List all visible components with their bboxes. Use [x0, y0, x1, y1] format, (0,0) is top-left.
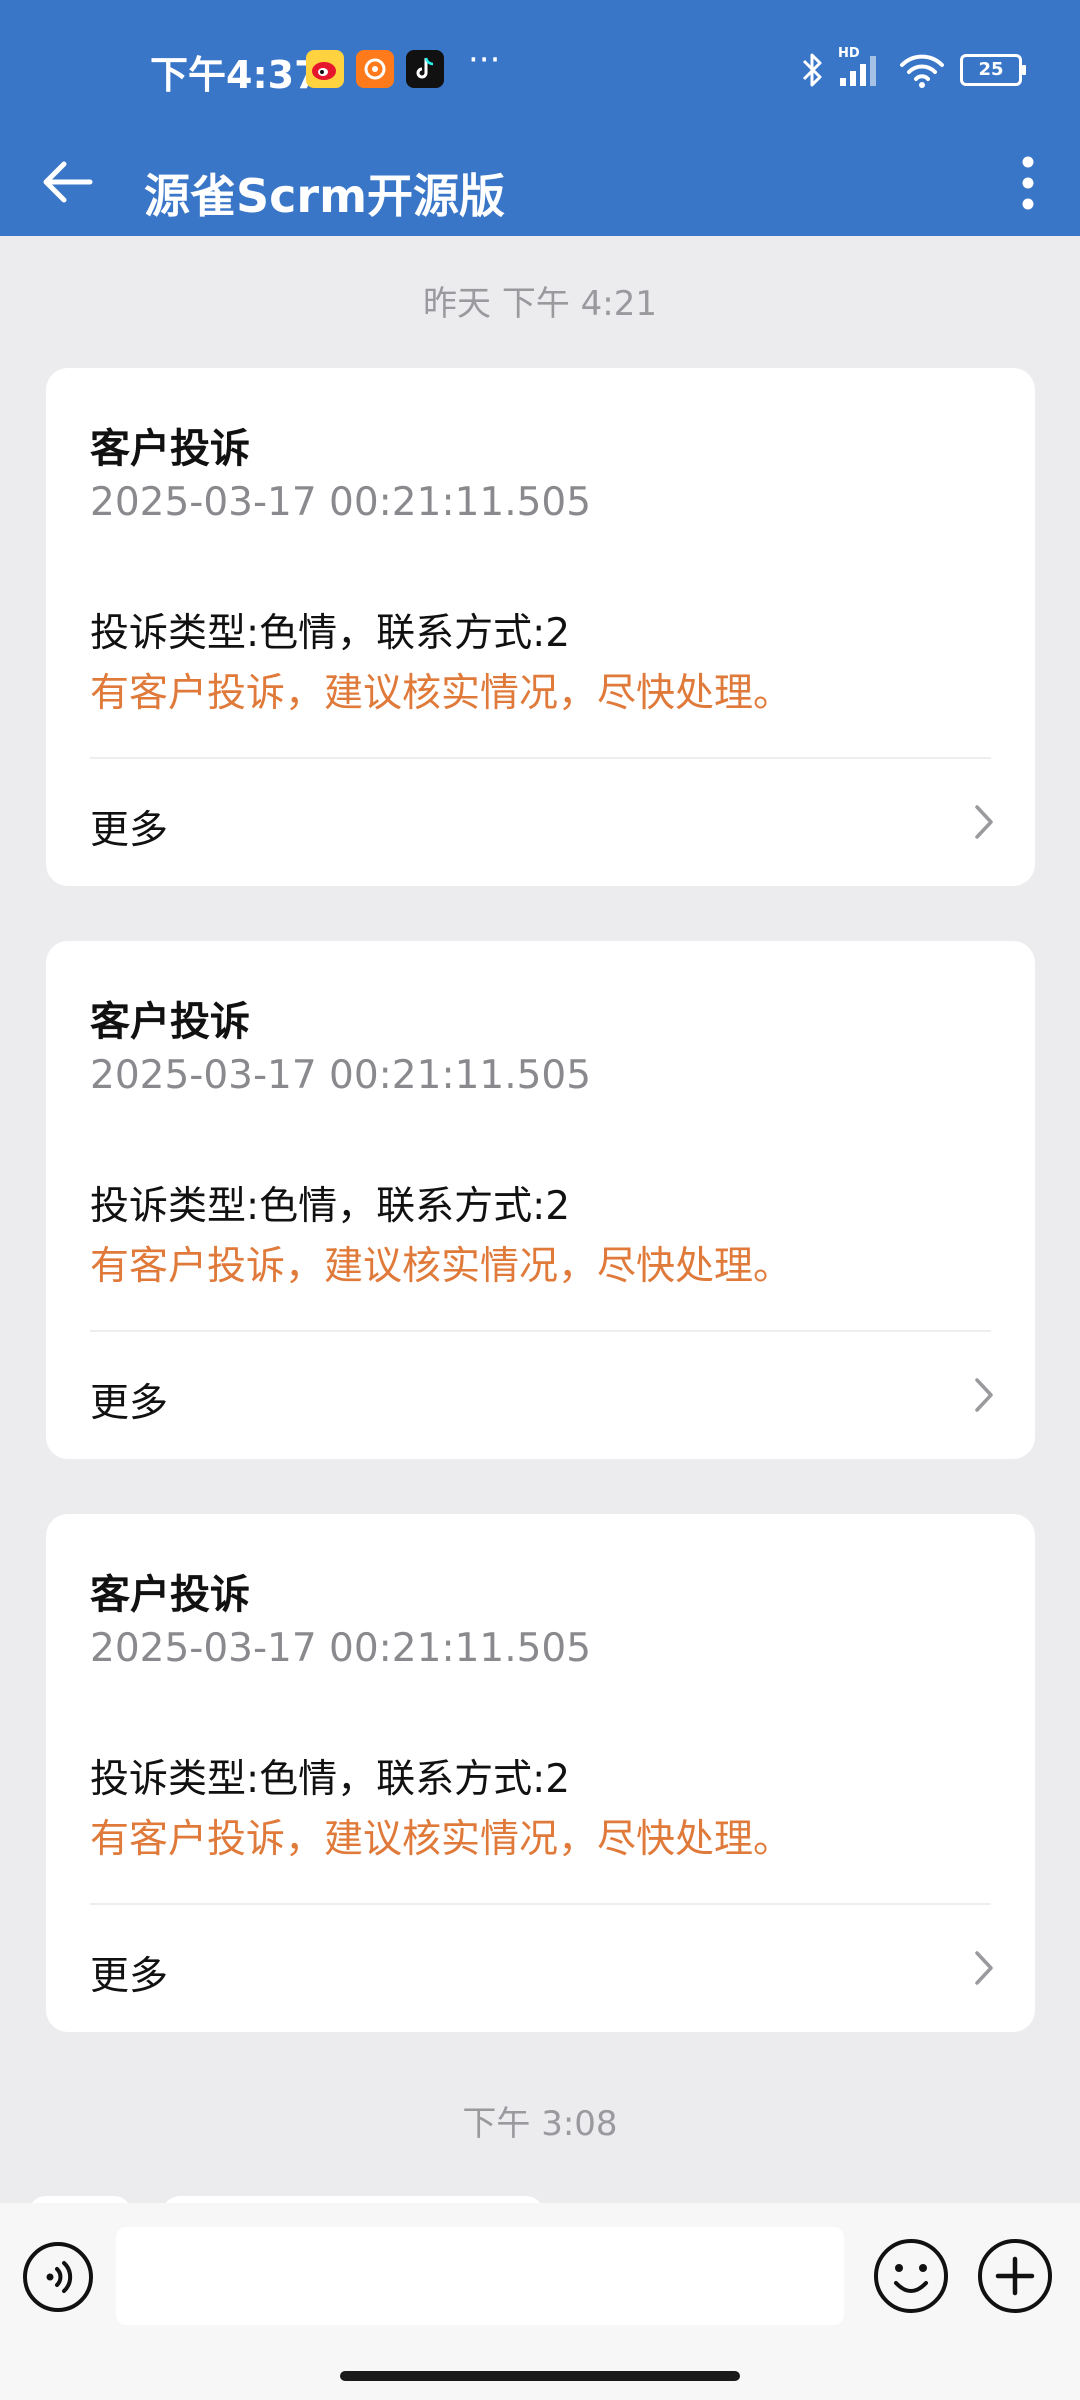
- smiley-icon: [874, 2239, 948, 2313]
- card-date: 2025-03-17 00:21:11.505: [90, 480, 592, 525]
- voice-input-button[interactable]: [22, 2241, 94, 2313]
- arrow-left-icon: [43, 161, 93, 203]
- chevron-right-icon: [975, 1378, 993, 1412]
- more-notifications-indicator: ···: [468, 40, 501, 80]
- system-status-icons: HD 25: [800, 46, 1026, 90]
- card-complaint-suggestion: 有客户投诉，建议核实情况，尽快处理。: [90, 671, 793, 716]
- title-bar: 源雀Scrm开源版: [0, 130, 1080, 236]
- notification-icons: [306, 50, 444, 88]
- status-time: 下午4:37: [150, 53, 321, 97]
- card-more-label: 更多: [90, 1381, 169, 1426]
- card-complaint-info: 投诉类型:色情，联系方式:2: [90, 1184, 571, 1229]
- bluetooth-icon: [800, 50, 824, 90]
- card-date: 2025-03-17 00:21:11.505: [90, 1626, 592, 1671]
- emoji-button[interactable]: [872, 2237, 950, 2315]
- home-indicator[interactable]: [340, 2371, 740, 2381]
- weibo-icon: [306, 50, 344, 88]
- status-bar: 下午4:37 ··· HD 25: [0, 0, 1080, 140]
- card-title: 客户投诉: [90, 426, 250, 472]
- battery-indicator: 25: [960, 54, 1026, 86]
- page-title: 源雀Scrm开源版: [144, 169, 506, 223]
- complaint-card[interactable]: 客户投诉 2025-03-17 00:21:11.505 投诉类型:色情，联系方…: [46, 1514, 1035, 2032]
- card-more-link[interactable]: 更多: [46, 1332, 1035, 1459]
- more-vertical-icon: [1022, 156, 1034, 210]
- wifi-icon: [898, 51, 946, 89]
- card-complaint-info: 投诉类型:色情，联系方式:2: [90, 1757, 571, 1802]
- card-title: 客户投诉: [90, 1572, 250, 1618]
- chevron-right-icon: [975, 805, 993, 839]
- card-date: 2025-03-17 00:21:11.505: [90, 1053, 592, 1098]
- network-label: HD: [838, 46, 860, 61]
- card-more-link[interactable]: 更多: [46, 1905, 1035, 2032]
- card-more-label: 更多: [90, 808, 169, 853]
- timestamp-divider: 昨天 下午 4:21: [423, 284, 657, 324]
- card-complaint-info: 投诉类型:色情，联系方式:2: [90, 611, 571, 656]
- tiktok-icon: [406, 50, 444, 88]
- card-more-label: 更多: [90, 1954, 169, 1999]
- orange-app-icon: [356, 50, 394, 88]
- chat-input-bar: [0, 2203, 1080, 2400]
- app-header: 下午4:37 ··· HD 25 源雀Scrm开源版: [0, 0, 1080, 236]
- back-button[interactable]: [32, 152, 102, 212]
- card-title: 客户投诉: [90, 999, 250, 1045]
- card-complaint-suggestion: 有客户投诉，建议核实情况，尽快处理。: [90, 1244, 793, 1289]
- more-options-button[interactable]: [998, 148, 1058, 218]
- complaint-card[interactable]: 客户投诉 2025-03-17 00:21:11.505 投诉类型:色情，联系方…: [46, 941, 1035, 1459]
- card-more-link[interactable]: 更多: [46, 759, 1035, 886]
- message-input[interactable]: [116, 2227, 844, 2325]
- signal-icon: HD: [838, 46, 884, 88]
- timestamp-divider: 下午 3:08: [462, 2104, 618, 2144]
- voice-icon: [23, 2242, 93, 2312]
- plus-circle-icon: [978, 2239, 1052, 2313]
- card-complaint-suggestion: 有客户投诉，建议核实情况，尽快处理。: [90, 1817, 793, 1862]
- add-attachment-button[interactable]: [976, 2237, 1054, 2315]
- chevron-right-icon: [975, 1951, 993, 1985]
- complaint-card[interactable]: 客户投诉 2025-03-17 00:21:11.505 投诉类型:色情，联系方…: [46, 368, 1035, 886]
